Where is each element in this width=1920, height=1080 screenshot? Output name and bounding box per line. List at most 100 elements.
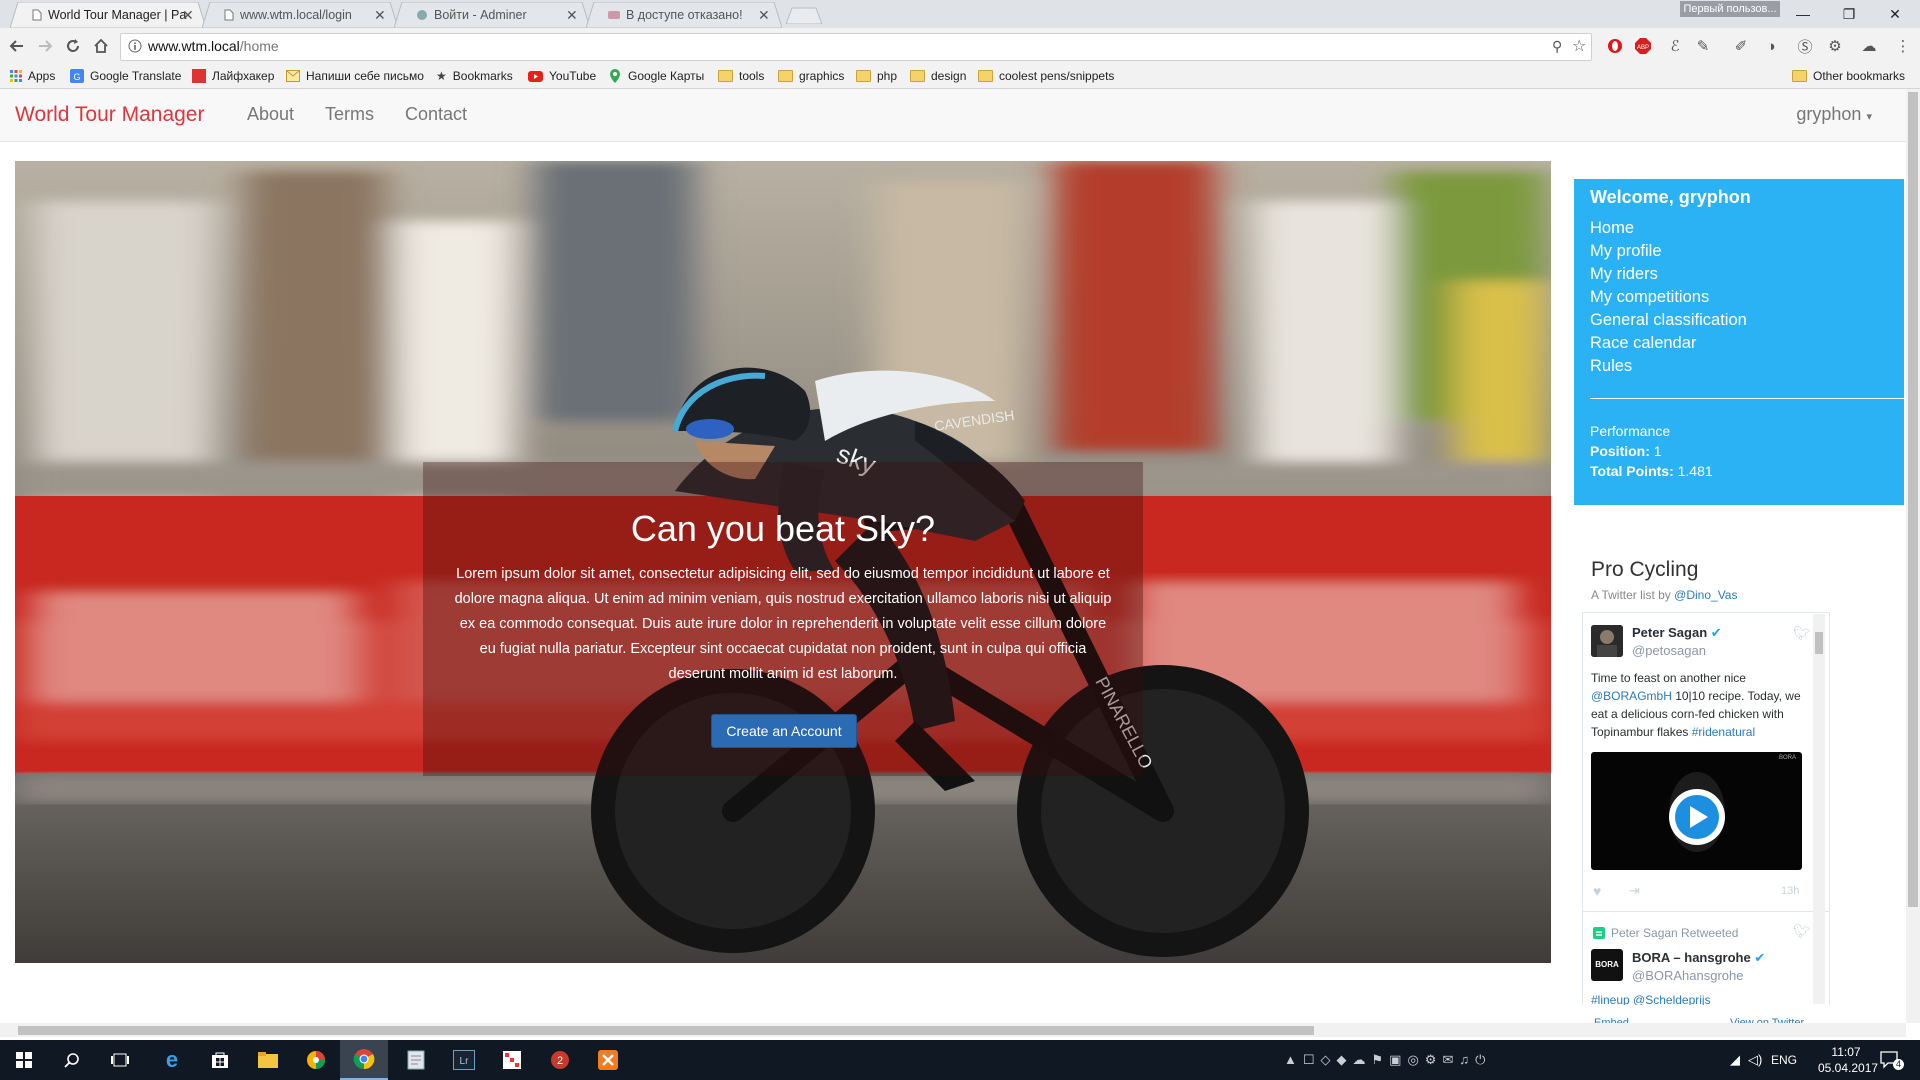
tweet-author-name[interactable]: Peter Sagan ✔: [1632, 625, 1722, 641]
bookmark-folder-php[interactable]: php: [856, 66, 897, 86]
url-text[interactable]: www.wtm.local/home: [148, 38, 279, 54]
twitter-scrollbar[interactable]: [1813, 614, 1825, 1004]
tab-close-icon[interactable]: ✕: [374, 2, 386, 28]
calendar-icon[interactable]: [488, 1040, 536, 1080]
youtube-icon: [528, 70, 543, 82]
close-window-button[interactable]: ✕: [1872, 0, 1918, 28]
sidebar-link-my-riders[interactable]: My riders: [1590, 265, 1658, 284]
share-icon[interactable]: ⇥: [1629, 883, 1640, 899]
opera-icon[interactable]: [1604, 35, 1626, 57]
bookmark-write-letter[interactable]: Напиши себе письмо: [286, 66, 424, 86]
tweet-mention-link[interactable]: @BORAGmbH: [1591, 689, 1672, 703]
tweet-text[interactable]: #lineup @Scheldeprijs: [1591, 991, 1711, 1005]
tweet-author-handle[interactable]: @petosagan: [1632, 643, 1706, 658]
bookmark-lifehacker[interactable]: Лайфхакер: [192, 66, 274, 86]
sidebar-link-general-classification[interactable]: General classification: [1590, 311, 1747, 330]
page-horizontal-scrollbar-thumb[interactable]: [18, 1026, 1314, 1035]
edge-icon[interactable]: e: [148, 1040, 196, 1080]
avatar[interactable]: BORA: [1591, 949, 1623, 981]
paint-extension-icon[interactable]: ✎: [1692, 35, 1714, 57]
bookmark-google-maps[interactable]: Google Карты: [608, 66, 704, 86]
nav-about[interactable]: About: [247, 104, 294, 125]
lightroom-icon[interactable]: Lr: [440, 1040, 488, 1080]
bookmark-bookmarks[interactable]: ★ Bookmarks: [436, 66, 513, 86]
sidebar-link-rules[interactable]: Rules: [1590, 357, 1632, 376]
filezilla-icon[interactable]: 2: [536, 1040, 584, 1080]
other-bookmarks[interactable]: Other bookmarks: [1792, 66, 1905, 86]
sidebar-link-my-competitions[interactable]: My competitions: [1590, 288, 1709, 307]
folder-icon: [718, 70, 733, 82]
browser-tab-active[interactable]: World Tour Manager | Pa ✕: [10, 2, 206, 28]
bookmark-google-translate[interactable]: G Google Translate: [70, 66, 181, 86]
extension-icon[interactable]: ◑: [1760, 35, 1782, 57]
tab-close-icon[interactable]: ✕: [566, 2, 578, 28]
picasa-icon[interactable]: [292, 1040, 340, 1080]
volume-icon[interactable]: ◁): [1748, 1052, 1762, 1068]
tweet-author-name[interactable]: BORA – hansgrohe ✔: [1632, 950, 1765, 966]
folder-icon: [910, 70, 925, 82]
sidebar-link-race-calendar[interactable]: Race calendar: [1590, 334, 1696, 353]
tweet-author-handle[interactable]: @BORAhansgrohe: [1632, 968, 1743, 983]
brand-link[interactable]: World Tour Manager: [15, 103, 204, 127]
reload-icon[interactable]: [62, 35, 84, 57]
skype-icon[interactable]: Ⓢ: [1794, 35, 1816, 57]
bookmark-folder-graphics[interactable]: graphics: [778, 66, 844, 86]
twitter-list-author-link[interactable]: @Dino_Vas: [1674, 588, 1737, 602]
tab-close-icon[interactable]: ✕: [182, 2, 194, 28]
start-windows-icon[interactable]: [0, 1040, 48, 1080]
bookmark-folder-design[interactable]: design: [910, 66, 966, 86]
new-tab-button[interactable]: [786, 6, 822, 24]
task-view-icon[interactable]: [96, 1040, 144, 1080]
twitter-scrollbar-thumb[interactable]: [1815, 632, 1823, 654]
restore-button[interactable]: ❐: [1826, 0, 1872, 28]
nav-contact[interactable]: Contact: [405, 104, 467, 125]
mail-icon: [286, 70, 300, 82]
browser-tab[interactable]: В доступе отказано! ✕: [586, 2, 782, 28]
user-dropdown[interactable]: gryphon ▾: [1796, 104, 1872, 125]
store-icon[interactable]: [196, 1040, 244, 1080]
home-icon[interactable]: [90, 35, 112, 57]
cloud-icon[interactable]: ☁: [1858, 35, 1880, 57]
back-arrow-icon[interactable]: [6, 35, 28, 57]
forward-arrow-icon[interactable]: [34, 35, 56, 57]
system-tray-icons[interactable]: ▲☐◇◆☁⚑▣◎⚙✉♫⏻: [1284, 1052, 1491, 1068]
address-bar[interactable]: [120, 33, 1592, 61]
file-explorer-icon[interactable]: [244, 1040, 292, 1080]
star-icon[interactable]: ☆: [1572, 36, 1586, 56]
network-icon[interactable]: ◢: [1730, 1052, 1740, 1068]
bookmark-folder-pens[interactable]: coolest pens/snippets: [978, 66, 1114, 86]
adblock-icon[interactable]: ABP: [1632, 35, 1654, 57]
minimize-button[interactable]: —: [1780, 0, 1826, 28]
sidebar-link-my-profile[interactable]: My profile: [1590, 242, 1662, 261]
bookmark-apps[interactable]: Apps: [10, 66, 55, 86]
php-icon: [608, 9, 620, 21]
tweet-video[interactable]: BORA: [1591, 752, 1802, 870]
profile-badge[interactable]: Первый пользов...: [1680, 1, 1780, 17]
browser-tab[interactable]: Войти - Adminer ✕: [394, 2, 590, 28]
eyedropper-icon[interactable]: ✐: [1730, 35, 1752, 57]
page-vertical-scrollbar-thumb[interactable]: [1908, 92, 1918, 907]
info-icon[interactable]: [128, 39, 142, 53]
avatar[interactable]: [1591, 625, 1623, 657]
bookmark-youtube[interactable]: YouTube: [528, 66, 596, 86]
browser-tab[interactable]: www.wtm.local/login ✕: [202, 2, 398, 28]
sidebar-link-home[interactable]: Home: [1590, 219, 1634, 238]
notepad-icon[interactable]: [392, 1040, 440, 1080]
create-account-button[interactable]: Create an Account: [711, 714, 857, 748]
tweet-hashtag-link[interactable]: #ridenatural: [1692, 725, 1755, 739]
search-icon[interactable]: [48, 1040, 96, 1080]
pin-icon[interactable]: ⚲: [1552, 38, 1562, 55]
gear-icon[interactable]: ⚙: [1824, 35, 1846, 57]
bookmark-folder-tools[interactable]: tools: [718, 66, 764, 86]
tweet-time[interactable]: 13h: [1781, 885, 1799, 897]
nav-terms[interactable]: Terms: [325, 104, 374, 125]
notifications-icon[interactable]: 4: [1880, 1050, 1904, 1070]
chrome-icon[interactable]: [340, 1040, 388, 1080]
extension-icon[interactable]: ℰ: [1664, 35, 1686, 57]
language-indicator[interactable]: ENG: [1771, 1053, 1797, 1067]
menu-dots-icon[interactable]: ⋮: [1892, 35, 1914, 57]
clock[interactable]: 11:07 05.04.2017: [1818, 1044, 1878, 1076]
tab-close-icon[interactable]: ✕: [758, 2, 770, 28]
like-heart-icon[interactable]: ♥: [1593, 883, 1601, 899]
xampp-icon[interactable]: [584, 1040, 632, 1080]
